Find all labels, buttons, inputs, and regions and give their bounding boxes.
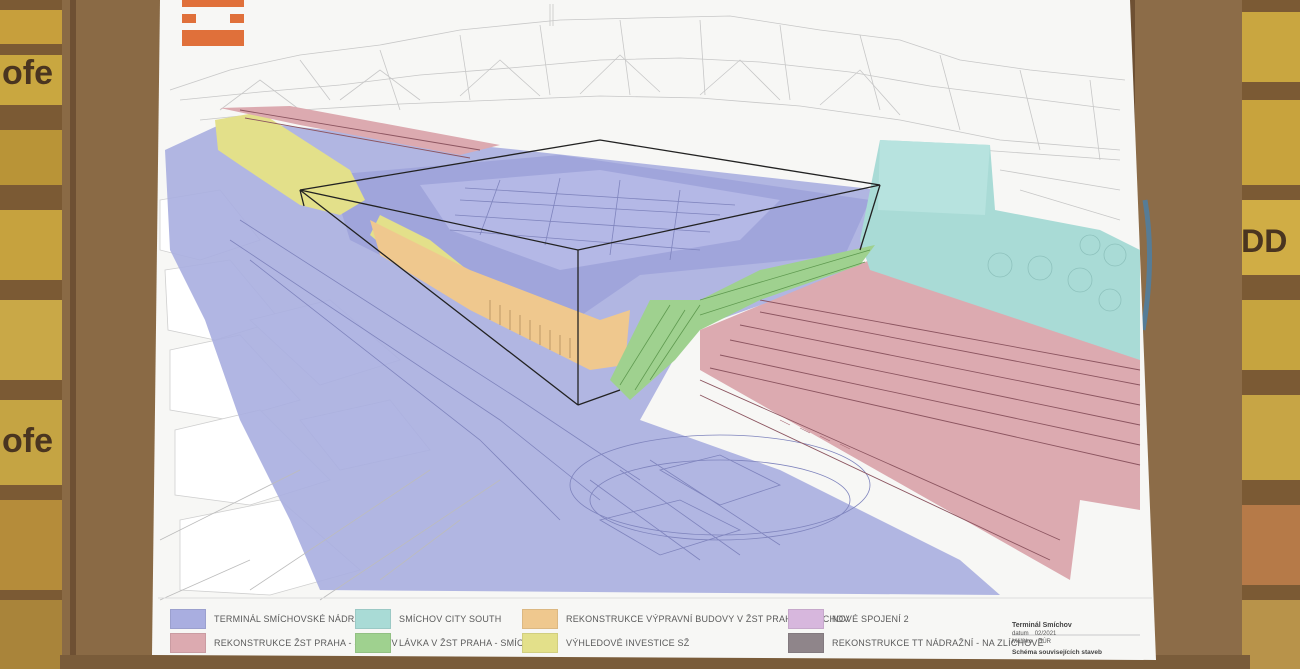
legend-swatch — [788, 633, 824, 653]
title-block: Terminál Smíchov datum 02/2021 Měřítko D… — [1012, 622, 1140, 660]
legend-label: VÝHLEDOVÉ INVESTICE SŽ — [566, 638, 690, 648]
fence-stencil-mid: ofe — [2, 422, 53, 460]
fence-stencil-top: ofe — [2, 54, 53, 92]
legend-swatch — [170, 609, 206, 629]
legend-swatch — [355, 609, 391, 629]
drawing-subtitle: Schéma souvisejících staveb — [1012, 649, 1102, 656]
legend-item-new-connection: NOVÉ SPOJENÍ 2 — [788, 609, 909, 629]
legend-label: TERMINÁL SMÍCHOVSKÉ NÁDRAŽÍ — [214, 614, 370, 624]
legend-label: NOVÉ SPOJENÍ 2 — [832, 614, 909, 624]
legend-item-city-south: SMÍCHOV CITY SOUTH — [355, 609, 501, 629]
legend-swatch — [522, 633, 558, 653]
legend-item-future: VÝHLEDOVÉ INVESTICE SŽ — [522, 633, 689, 653]
frame-post-left — [62, 0, 162, 669]
legend-swatch — [788, 609, 824, 629]
scale-label: Měřítko — [1012, 639, 1033, 645]
date-value: 02/2021 — [1034, 631, 1057, 637]
legend-item-terminal: TERMINÁL SMÍCHOVSKÉ NÁDRAŽÍ — [170, 609, 369, 629]
scale-value: DÚR — [1038, 639, 1052, 645]
legend-item-tram: REKONSTRUKCE TT NÁDRAŽNÍ - NA ZLÍCHOVĚ — [788, 633, 1044, 653]
project-title: Terminál Smíchov — [1012, 622, 1072, 629]
legend-swatch — [355, 633, 391, 653]
photo-scene: ofe ofe DDD — [0, 0, 1300, 669]
legend-swatch — [522, 609, 558, 629]
legend-item-footbridge: LÁVKA V ŽST PRAHA - SMÍCHOV — [355, 633, 544, 653]
date-label: datum — [1012, 631, 1029, 637]
legend-label: SMÍCHOV CITY SOUTH — [399, 614, 502, 624]
legend-swatch — [170, 633, 206, 653]
logo-mark — [182, 0, 244, 46]
